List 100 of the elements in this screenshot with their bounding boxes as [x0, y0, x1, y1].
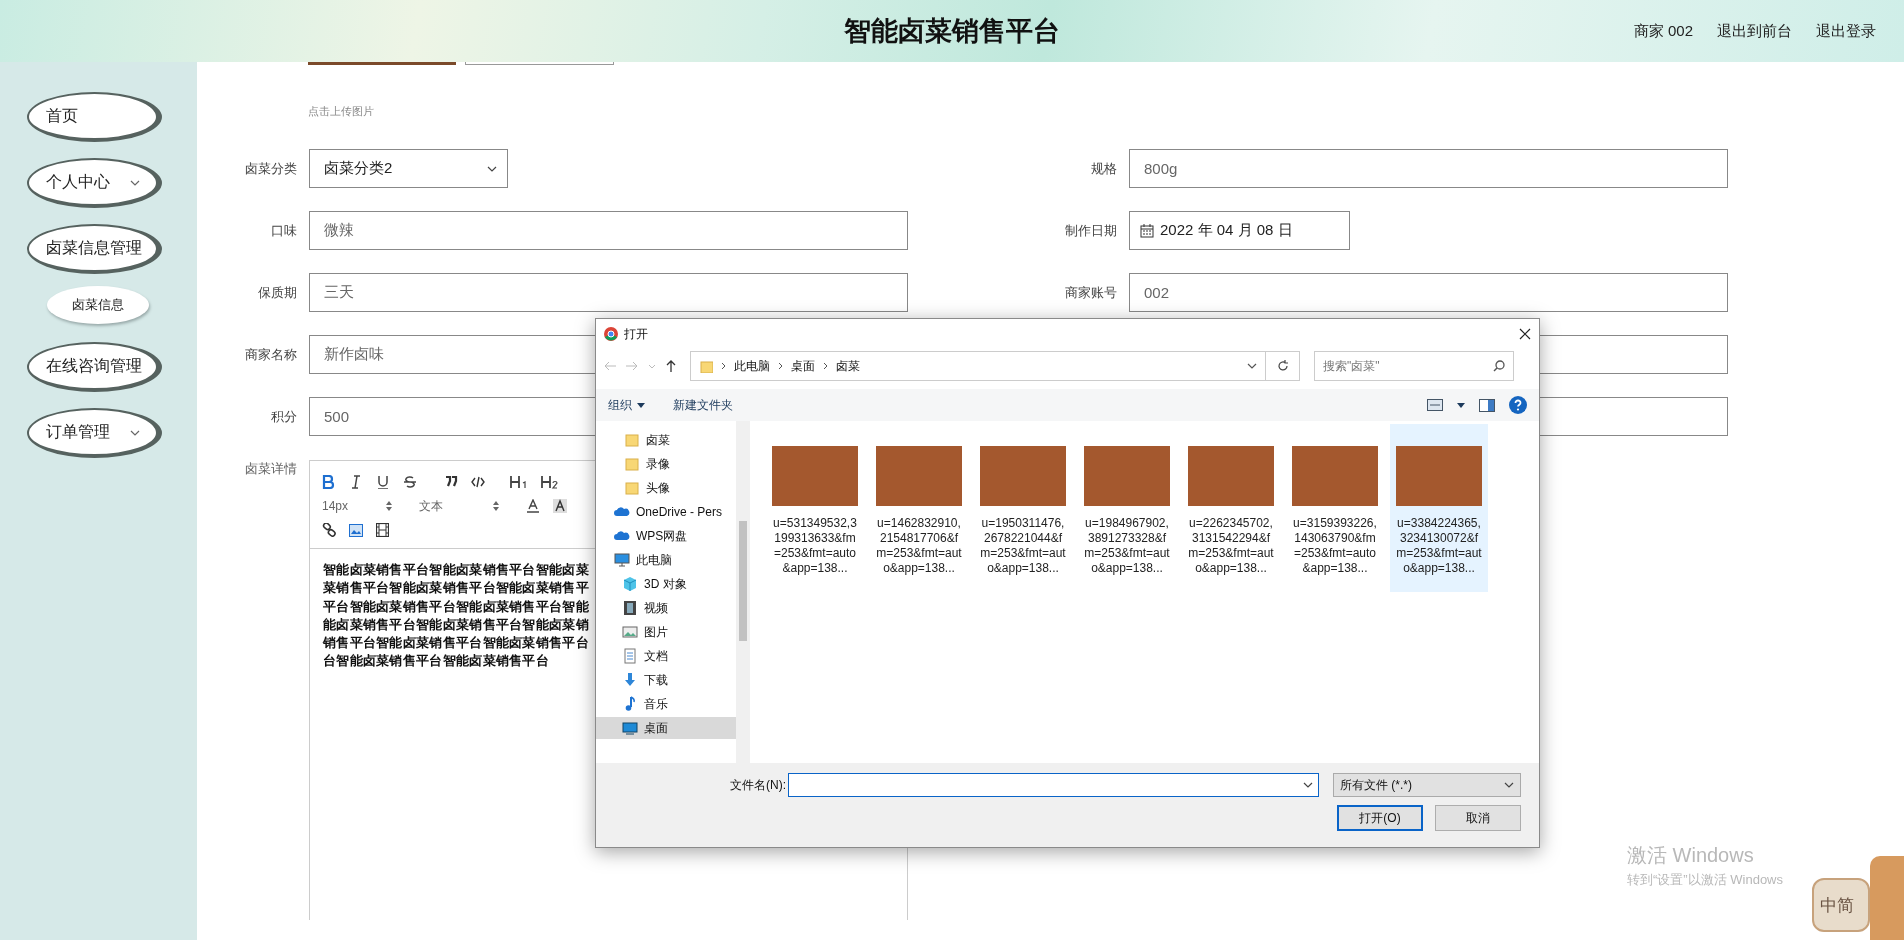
field-label: 保质期	[257, 283, 297, 302]
font-size-select[interactable]: 14px	[322, 499, 392, 513]
caret-down-icon[interactable]	[1457, 402, 1465, 408]
heading-two-icon[interactable]	[541, 475, 559, 489]
nav-item[interactable]: 卤菜	[596, 429, 736, 451]
nav-item[interactable]: 桌面	[596, 717, 736, 739]
text-field[interactable]: 002	[1129, 273, 1728, 312]
header-link[interactable]: 退出到前台	[1717, 21, 1792, 41]
filename-field[interactable]	[788, 773, 1319, 797]
field-label: 卤菜详情	[244, 460, 297, 478]
code-icon[interactable]	[471, 475, 485, 489]
text-field[interactable]: 三天	[309, 273, 908, 312]
caret-down-icon	[637, 402, 645, 408]
image-upload-box[interactable]	[465, 62, 614, 65]
block-type-select[interactable]: 文本	[419, 497, 499, 515]
folder-icon	[624, 432, 640, 448]
sidebar-item[interactable]: 个人中心	[27, 158, 162, 208]
sidebar-subitem[interactable]: 卤菜信息	[47, 286, 149, 324]
text-field[interactable]: 微辣	[309, 211, 908, 250]
folder-icon	[699, 359, 713, 373]
open-button[interactable]: 打开(O)	[1337, 805, 1423, 831]
quote-icon[interactable]	[444, 475, 458, 489]
calendar-icon	[1140, 223, 1154, 238]
sidebar-item[interactable]: 首页	[27, 92, 162, 142]
background-color-icon[interactable]	[553, 499, 567, 513]
chevron-down-icon	[1303, 782, 1313, 788]
breadcrumb-item[interactable]: 桌面	[791, 357, 815, 375]
underline-icon[interactable]	[376, 475, 390, 489]
upload-hint[interactable]: 点击上传图片	[308, 104, 1904, 119]
chevron-right-icon	[778, 362, 783, 370]
refresh-button[interactable]	[1266, 351, 1300, 381]
nav-item[interactable]: WPS网盘	[596, 525, 736, 547]
category-select[interactable]: 卤菜分类2	[309, 149, 508, 188]
nav-item[interactable]: 图片	[596, 621, 736, 643]
cube-icon	[622, 576, 638, 592]
date-field[interactable]: 2022 年 04 月 08 日	[1129, 211, 1350, 250]
font-color-icon[interactable]	[526, 499, 540, 513]
search-icon	[1493, 360, 1505, 372]
preview-pane-icon[interactable]	[1479, 398, 1495, 412]
heading-one-icon[interactable]	[510, 475, 528, 489]
file-item[interactable]: u=3159393226,143063790&fm=253&fmt=auto&app=138...	[1286, 424, 1384, 592]
nav-item[interactable]: 文档	[596, 645, 736, 667]
field-label: 商家名称	[244, 345, 297, 364]
editor-text-line: 菜销售平台智能卤菜销售平台智能卤菜销售平	[323, 579, 589, 598]
field-label: 积分	[270, 407, 297, 426]
breadcrumb-item[interactable]: 此电脑	[734, 357, 770, 375]
strikethrough-icon[interactable]	[403, 475, 417, 489]
header-link[interactable]: 商家 002	[1633, 21, 1693, 41]
nav-item[interactable]: 视频	[596, 597, 736, 619]
chevron-down-icon	[1247, 363, 1257, 369]
field-label: 卤菜分类	[244, 159, 297, 178]
organize-menu[interactable]: 组织	[608, 396, 645, 414]
browser-logo-icon	[604, 327, 618, 341]
address-bar[interactable]: 此电脑 桌面 卤菜	[690, 351, 1266, 381]
nav-item[interactable]: 此电脑	[596, 549, 736, 571]
chevron-right-icon	[823, 362, 828, 370]
field-label: 规格	[1090, 159, 1117, 178]
breadcrumb-item[interactable]: 卤菜	[836, 357, 860, 375]
sidebar-item[interactable]: 卤菜信息管理	[27, 224, 162, 274]
film-icon[interactable]	[376, 523, 389, 537]
search-field[interactable]: 搜索"卤菜"	[1314, 351, 1514, 381]
image-icon[interactable]	[349, 523, 363, 537]
activation-title: 激活 Windows	[1627, 843, 1755, 868]
new-folder-button[interactable]: 新建文件夹	[673, 396, 733, 414]
text-field[interactable]: 800g	[1129, 149, 1728, 188]
header-link[interactable]: 退出登录	[1816, 21, 1876, 41]
activation-text: 转到“设置”以激活 Windows	[1627, 871, 1784, 889]
cancel-button[interactable]: 取消	[1435, 805, 1521, 831]
scrollbar[interactable]	[736, 421, 750, 763]
close-icon[interactable]	[1519, 328, 1531, 340]
help-icon[interactable]	[1509, 396, 1527, 414]
bold-icon[interactable]	[322, 475, 336, 489]
editor-text-line: 智能卤菜销售平台智能卤菜销售平台智能卤菜	[323, 561, 589, 579]
nav-item[interactable]: 3D 对象	[596, 573, 736, 595]
file-item[interactable]: u=1984967902,3891273328&fm=253&fmt=auto&app=138...	[1078, 424, 1176, 592]
sidebar-item[interactable]: 订单管理	[27, 408, 162, 458]
field-label: 商家账号	[1064, 283, 1117, 302]
file-item[interactable]: u=3384224365,3234130072&fm=253&fmt=auto&app=138...	[1390, 424, 1488, 592]
field-label: 口味	[270, 221, 297, 240]
editor-text-line: 能卤菜销售平台智能卤菜销售平台智能卤菜销	[323, 615, 589, 634]
file-type-select[interactable]: 所有文件 (*.*)	[1333, 773, 1521, 797]
editor-text-line: 台智能卤菜销售平台智能卤菜销售平台	[323, 652, 550, 671]
view-icon[interactable]	[1427, 399, 1443, 411]
file-item[interactable]: u=1950311476,2678221044&fm=253&fmt=auto&app=138...	[974, 424, 1072, 592]
link-icon[interactable]	[322, 523, 336, 537]
nav-item[interactable]: 下载	[596, 669, 736, 691]
sidebar-item[interactable]: 在线咨询管理	[27, 342, 162, 392]
picture-icon	[622, 624, 638, 640]
up-arrow-icon[interactable]	[666, 360, 676, 372]
file-item[interactable]: u=1462832910,2154817706&fm=253&fmt=auto&app=138...	[870, 424, 968, 592]
nav-item[interactable]: 音乐	[596, 693, 736, 715]
nav-item[interactable]: 录像	[596, 453, 736, 475]
italic-icon[interactable]	[349, 475, 363, 489]
nav-item[interactable]: 头像	[596, 477, 736, 499]
nav-item[interactable]: OneDrive - Pers	[596, 501, 736, 523]
monitor-icon	[614, 552, 630, 568]
editor-text-line: 平台智能卤菜销售平台智能卤菜销售平台智能	[323, 597, 589, 616]
input-method-badge[interactable]: 中简	[1812, 878, 1870, 932]
file-item[interactable]: u=2262345702,3131542294&fm=253&fmt=auto&app=138...	[1182, 424, 1280, 592]
file-item[interactable]: u=531349532,3199313633&fm=253&fmt=auto&app=138...	[766, 424, 864, 592]
